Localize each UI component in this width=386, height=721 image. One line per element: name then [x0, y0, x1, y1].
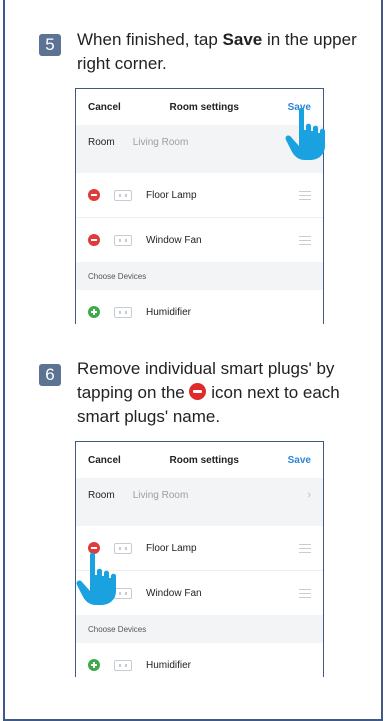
smart-plug-icon [114, 306, 132, 318]
choose-devices-header: Choose Devices [76, 615, 323, 643]
plus-circle-icon[interactable] [88, 306, 100, 318]
minus-circle-icon[interactable] [88, 189, 100, 201]
step-5-instruction: When finished, tap Save in the upper rig… [77, 28, 357, 76]
drag-handle-icon[interactable] [299, 589, 311, 598]
device-name: Humidifier [146, 659, 192, 671]
minus-circle-icon [189, 383, 207, 400]
drag-handle-icon[interactable] [299, 191, 311, 200]
step-5-text-a: When finished, tap [77, 30, 223, 49]
room-value: Living Room [132, 136, 189, 148]
choose-devices-header: Choose Devices [76, 262, 323, 290]
smart-plug-icon [114, 189, 132, 201]
nav-bar: Cancel Room settings Save [76, 442, 323, 478]
step-6-instruction: Remove individual smart plugs' by tappin… [77, 357, 367, 429]
cancel-button[interactable]: Cancel [88, 102, 121, 113]
save-button[interactable]: Save [288, 455, 311, 466]
device-row: Window Fan [76, 217, 323, 262]
device-name: Window Fan [146, 587, 202, 599]
room-value: Living Room [132, 489, 189, 501]
section-gap [76, 512, 323, 526]
device-name: Floor Lamp [146, 542, 197, 554]
step-5-text-bold: Save [222, 30, 263, 49]
drag-handle-icon[interactable] [299, 544, 311, 553]
step-6-badge: 6 [39, 364, 61, 386]
step-5-badge: 5 [39, 34, 61, 56]
available-device-row: Humidifier [76, 290, 323, 334]
device-name: Window Fan [146, 234, 202, 246]
room-label: Room [88, 489, 115, 501]
screen-title: Room settings [169, 454, 239, 466]
cancel-button[interactable]: Cancel [88, 455, 121, 466]
plus-circle-icon[interactable] [88, 659, 100, 671]
device-row: Floor Lamp [76, 173, 323, 217]
device-name: Floor Lamp [146, 189, 197, 201]
available-device-row: Humidifier [76, 643, 323, 687]
room-name-row[interactable]: Room Living Room › [76, 478, 323, 512]
minus-circle-icon[interactable] [88, 234, 100, 246]
smart-plug-icon [114, 659, 132, 671]
device-name: Humidifier [146, 306, 192, 318]
screen-title: Room settings [169, 101, 239, 113]
smart-plug-icon [114, 234, 132, 246]
chevron-right-icon: › [307, 489, 311, 501]
drag-handle-icon[interactable] [299, 236, 311, 245]
pointing-hand-icon [76, 552, 116, 605]
pointing-hand-icon [285, 107, 325, 160]
room-label: Room [88, 136, 115, 148]
